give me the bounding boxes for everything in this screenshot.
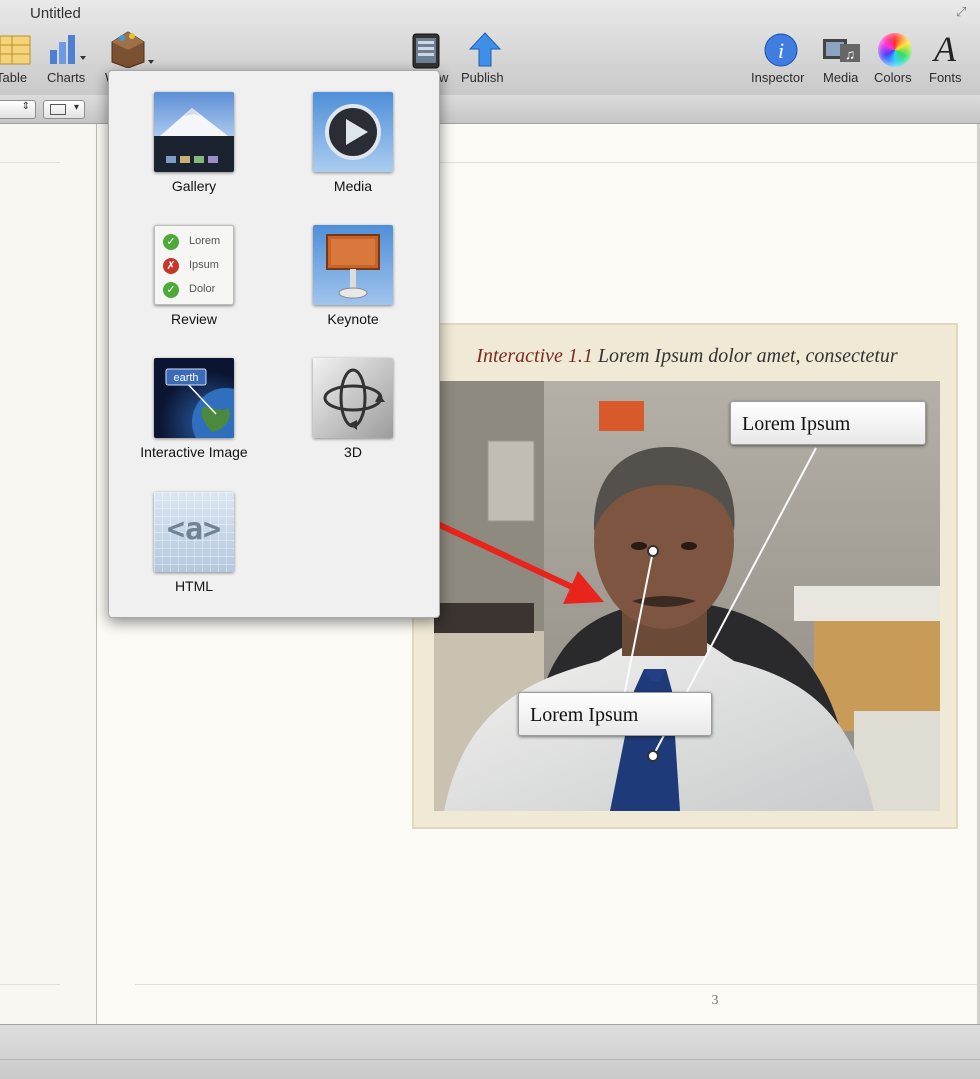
check-icon: ✓ xyxy=(163,282,179,298)
widget-label: Media xyxy=(333,178,373,194)
status-bar xyxy=(0,1024,980,1079)
widget-label: Review xyxy=(171,311,217,327)
check-icon: ✓ xyxy=(163,234,179,250)
interactive-tag: earth xyxy=(173,372,198,384)
widget-label: Interactive Image xyxy=(140,444,248,460)
widget-label: 3D xyxy=(344,444,362,460)
review-option: Lorem xyxy=(189,235,221,247)
keynote-icon xyxy=(313,225,393,305)
widget-label: Gallery xyxy=(171,178,217,194)
review-icon: ✓ Lorem ✗ Ipsum ✓ Dolor xyxy=(154,225,234,305)
widgets-popover: Gallery Media ✓ Lorem ✗ Ipsum ✓ Dolor Re… xyxy=(108,70,440,618)
x-icon: ✗ xyxy=(163,258,179,274)
gallery-icon xyxy=(154,92,234,172)
html-icon: <a> xyxy=(154,492,234,572)
interactive-image-icon: earth xyxy=(154,358,234,438)
widget-label: Keynote xyxy=(327,311,379,327)
media-play-icon xyxy=(313,92,393,172)
review-option: Dolor xyxy=(189,283,216,295)
widget-label: HTML xyxy=(174,578,214,594)
status-divider xyxy=(0,1059,980,1060)
3d-icon xyxy=(313,358,393,438)
html-glyph: <a> xyxy=(166,512,222,547)
review-option: Ipsum xyxy=(189,259,219,271)
